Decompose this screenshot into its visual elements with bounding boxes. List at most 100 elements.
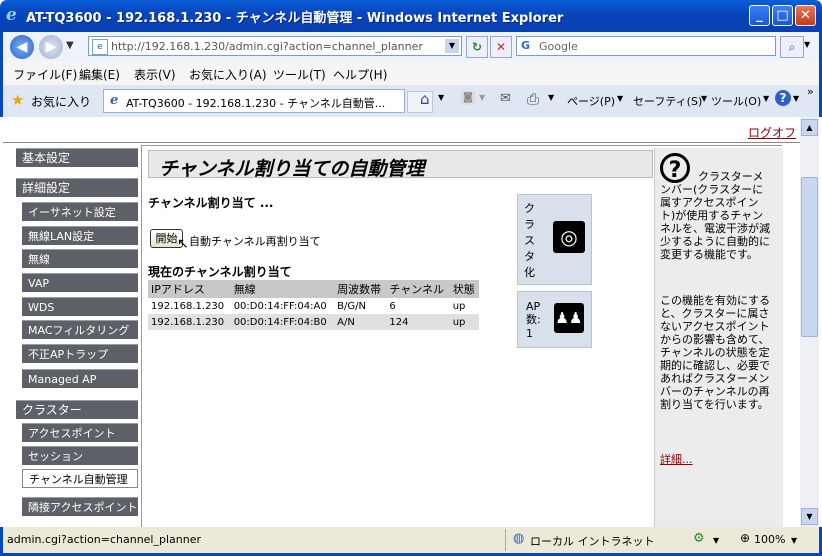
safety-menu[interactable]: セーフティ(S) [633, 93, 702, 109]
header-divider [3, 142, 800, 143]
tab-ie-icon: e [110, 93, 119, 108]
status-divider [505, 529, 506, 551]
vertical-scrollbar[interactable]: ▲ ▼ [800, 117, 819, 527]
history-dropdown-icon[interactable]: ▼ [66, 40, 74, 51]
protected-mode-icon[interactable]: ⚙ [693, 531, 705, 546]
nav-channel-management[interactable]: チャンネル自動管理 [22, 469, 138, 488]
nav-neighbor-ap[interactable]: 隣接アクセスポイント [22, 497, 138, 516]
home-dropdown-icon[interactable]: ▼ [438, 93, 444, 102]
search-input[interactable]: G Google [516, 36, 776, 56]
zoom-icon[interactable]: ⊕ [740, 531, 750, 545]
address-dropdown-icon[interactable]: ▼ [445, 39, 459, 53]
scroll-down-icon[interactable]: ▼ [801, 508, 818, 525]
menu-favorites[interactable]: お気に入り(A) [189, 66, 267, 83]
help-icon[interactable]: ? [775, 90, 791, 106]
protected-dropdown-icon[interactable]: ▼ [713, 536, 719, 545]
nav-managed-ap[interactable]: Managed AP [22, 369, 138, 388]
cell-status: up [449, 314, 479, 330]
col-status: 状態 [449, 280, 479, 298]
favorites-button[interactable]: お気に入り [31, 93, 91, 110]
menu-tools[interactable]: ツール(T) [273, 66, 326, 83]
menu-file[interactable]: ファイル(F) [13, 66, 77, 83]
menu-help[interactable]: ヘルプ(H) [333, 66, 387, 83]
forward-button[interactable]: ▶ [39, 35, 63, 59]
cluster-status-box: クラスタ化 ◎ [517, 194, 592, 285]
status-url: admin.cgi?action=channel_planner [7, 533, 202, 546]
section-title: チャンネル割り当て ... [148, 196, 274, 210]
stop-icon[interactable]: ✕ [490, 36, 512, 58]
nav-wireless[interactable]: 無線 [22, 249, 138, 268]
page-title: チャンネル割り当ての自動管理 [159, 158, 425, 180]
tab-current[interactable]: e AT-TQ3600 - 192.168.1.230 - チャンネル自動管..… [103, 89, 405, 113]
refresh-icon[interactable]: ↻ [466, 36, 488, 58]
print-dropdown-icon[interactable]: ▼ [548, 93, 554, 102]
feeds-dropdown-icon[interactable]: ▼ [479, 93, 485, 102]
cell-band: A/N [334, 314, 387, 330]
menu-edit[interactable]: 編集(E) [79, 66, 120, 83]
zoom-level[interactable]: 100% [754, 533, 785, 546]
tools-menu[interactable]: ツール(O) [711, 93, 761, 109]
address-url: http://192.168.1.230/admin.cgi?action=ch… [111, 40, 423, 53]
nav-rogue-ap[interactable]: 不正APトラップ [22, 344, 138, 363]
scroll-up-icon[interactable]: ▲ [801, 119, 818, 136]
page-heading-box: チャンネル割り当ての自動管理 [148, 150, 653, 180]
help-text-intro: クラスターメンバー(クラスターに属すアクセスポイント)が使用するチャンネルを、電… [660, 170, 770, 261]
mouse-cursor-icon: ↖ [177, 236, 189, 252]
globe-icon: ◍ [513, 531, 525, 546]
nav-access-points[interactable]: アクセスポイント [22, 423, 138, 442]
zoom-dropdown-icon[interactable]: ▼ [791, 536, 797, 545]
search-options-icon[interactable]: ▼ [804, 40, 810, 49]
close-button[interactable]: ✕ [795, 5, 816, 26]
nav-ethernet[interactable]: イーサネット設定 [22, 202, 138, 221]
ie-logo-icon: e [6, 5, 17, 25]
mail-icon[interactable]: ✉ [500, 91, 511, 106]
page-icon: e [92, 39, 108, 55]
nav-vap[interactable]: VAP [22, 273, 138, 292]
help-more-link[interactable]: 詳細... [660, 451, 693, 467]
access-points-icon: ♟♟ [554, 303, 584, 333]
page-menu[interactable]: ページ(P) [567, 93, 615, 109]
maximize-button[interactable]: □ [772, 5, 793, 26]
cell-ip: 192.168.1.230 [151, 300, 225, 312]
nav-sessions[interactable]: セッション [22, 446, 138, 465]
zone-label: ローカル イントラネット [530, 535, 655, 548]
table-row: 192.168.1.230 00:D0:14:FF:04:A0 B/G/N 6 … [148, 298, 479, 314]
nav-cluster[interactable]: クラスター [16, 400, 138, 419]
col-ip: IPアドレス [148, 280, 231, 298]
home-icon[interactable]: ⌂ [420, 90, 430, 108]
menu-bar: ファイル(F) 編集(E) 表示(V) お気に入り(A) ツール(T) ヘルプ(… [0, 61, 822, 85]
logout-link[interactable]: ログオフ [748, 124, 796, 141]
tools-dropdown-icon[interactable]: ▼ [763, 94, 769, 103]
nav-advanced-settings[interactable]: 詳細設定 [16, 178, 138, 197]
page-dropdown-icon[interactable]: ▼ [617, 94, 623, 103]
address-field[interactable]: e http://192.168.1.230/admin.cgi?action=… [88, 36, 462, 56]
cell-status: up [452, 300, 466, 312]
channel-table: IPアドレス 無線 周波数帯 チャンネル 状態 192.168.1.230 00… [148, 280, 479, 330]
back-button[interactable]: ◀ [10, 35, 34, 59]
menu-view[interactable]: 表示(V) [134, 66, 176, 83]
cluster-icon: ◎ [553, 221, 585, 253]
help-dropdown-icon[interactable]: ▼ [793, 94, 799, 103]
safety-dropdown-icon[interactable]: ▼ [701, 94, 707, 103]
search-icon[interactable]: ⌕ [780, 36, 804, 58]
start-label: 自動チャンネル再割り当て [189, 235, 321, 248]
feeds-icon[interactable]: ◙ [461, 91, 475, 105]
nav-basic-settings[interactable]: 基本設定 [16, 148, 138, 167]
title-bar: e AT-TQ3600 - 192.168.1.230 - チャンネル自動管理 … [0, 0, 822, 32]
col-band: 周波数帯 [334, 280, 387, 298]
cell-radio: 00:D0:14:FF:04:B0 [230, 314, 335, 330]
cell-band: B/G/N [337, 300, 366, 312]
favorites-star-icon: ★ [11, 91, 25, 109]
ap-count-value: 1 [526, 327, 533, 340]
nav-wireless-lan[interactable]: 無線LAN設定 [22, 226, 138, 245]
ap-count-label: AP数: [526, 300, 541, 326]
cell-ip: 192.168.1.230 [148, 314, 231, 330]
help-text-detail: この機能を有効にすると、クラスターに属さないアクセスポイントからの影響も含めて、… [660, 294, 771, 411]
print-icon[interactable]: ⎙ [527, 90, 539, 108]
table-row: 192.168.1.230 00:D0:14:FF:04:B0 A/N 124 … [148, 314, 479, 330]
chevron-more-icon[interactable]: » [807, 85, 814, 98]
nav-mac-filter[interactable]: MACフィルタリング [22, 320, 138, 339]
nav-wds[interactable]: WDS [22, 297, 138, 316]
minimize-button[interactable]: _ [749, 5, 770, 26]
scroll-thumb[interactable] [801, 177, 818, 337]
